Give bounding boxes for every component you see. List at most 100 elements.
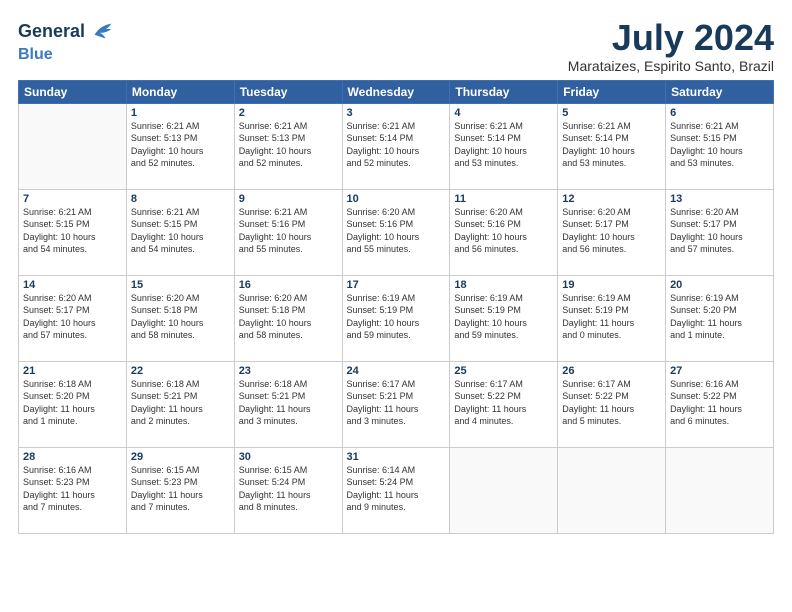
month-title: July 2024	[568, 18, 774, 58]
day-info-line: and 6 minutes.	[670, 416, 729, 426]
calendar-week-row: 1Sunrise: 6:21 AMSunset: 5:13 PMDaylight…	[19, 103, 774, 189]
day-info: Sunrise: 6:19 AMSunset: 5:19 PMDaylight:…	[562, 292, 661, 342]
day-info: Sunrise: 6:20 AMSunset: 5:17 PMDaylight:…	[562, 206, 661, 256]
day-info: Sunrise: 6:21 AM Sunset: 5:16 PM Daylight:…	[239, 206, 338, 256]
day-info-line: and 4 minutes.	[454, 416, 513, 426]
day-number: 26	[562, 365, 661, 377]
day-info: Sunrise: 6:21 AMSunset: 5:15 PMDaylight:…	[131, 206, 230, 256]
day-info-line: and 56 minutes.	[562, 244, 626, 254]
weekday-header-tuesday: Tuesday	[234, 80, 342, 103]
day-info-line: Sunrise: 6:18 AM	[239, 379, 308, 389]
calendar-day-empty	[558, 447, 666, 533]
day-info: Sunrise: 6:19 AMSunset: 5:19 PMDaylight:…	[454, 292, 553, 342]
day-info-line: Sunrise: 6:21 AM	[239, 121, 308, 131]
day-info-line: Sunrise: 6:20 AM	[670, 207, 739, 217]
day-info-line: Sunrise: 6:21 AM	[131, 121, 200, 131]
day-info-line: and 9 minutes.	[347, 502, 406, 512]
day-info-line: Daylight: 10 hours	[131, 232, 204, 242]
day-info-line: and 58 minutes.	[239, 330, 303, 340]
day-info-line: and 1 minute.	[670, 330, 725, 340]
day-info-line: Sunset: 5:24 PM	[347, 477, 414, 487]
day-info-line: Sunrise: 6:16 AM	[670, 379, 739, 389]
day-number: 10	[347, 193, 446, 205]
day-info: Sunrise: 6:20 AMSunset: 5:18 PMDaylight:…	[239, 292, 338, 342]
day-info-line: and 1 minute.	[23, 416, 78, 426]
day-number: 11	[454, 193, 553, 205]
day-info-line: and 53 minutes.	[454, 158, 518, 168]
day-info: Sunrise: 6:16 AMSunset: 5:23 PMDaylight:…	[23, 464, 122, 514]
day-info-line: Sunrise: 6:20 AM	[239, 293, 308, 303]
calendar-day-5: 5Sunrise: 6:21 AMSunset: 5:14 PMDaylight…	[558, 103, 666, 189]
day-number: 20	[670, 279, 769, 291]
day-info-line: Sunset: 5:17 PM	[562, 219, 629, 229]
day-info-line: Sunrise: 6:21 AM	[23, 207, 92, 217]
day-info-line: Sunrise: 6:18 AM	[131, 379, 200, 389]
day-info-line: and 55 minutes.	[239, 244, 303, 254]
day-number: 19	[562, 279, 661, 291]
day-info-line: Sunset: 5:22 PM	[670, 391, 737, 401]
location-subtitle: Marataizes, Espirito Santo, Brazil	[568, 58, 774, 74]
day-info-line: Sunrise: 6:20 AM	[454, 207, 523, 217]
calendar-week-row: 21Sunrise: 6:18 AMSunset: 5:20 PMDayligh…	[19, 361, 774, 447]
day-info-line: Daylight: 10 hours	[454, 318, 527, 328]
day-info: Sunrise: 6:21 AMSunset: 5:15 PMDaylight:…	[23, 206, 122, 256]
day-info-line: Sunset: 5:22 PM	[562, 391, 629, 401]
day-info-line: Daylight: 10 hours	[239, 232, 312, 242]
day-info-line: Daylight: 10 hours	[454, 232, 527, 242]
day-info-line: Daylight: 11 hours	[562, 404, 634, 414]
calendar-day-26: 26Sunrise: 6:17 AMSunset: 5:22 PMDayligh…	[558, 361, 666, 447]
day-info-line: Sunrise: 6:19 AM	[562, 293, 631, 303]
calendar-day-10: 10Sunrise: 6:20 AMSunset: 5:16 PMDayligh…	[342, 189, 450, 275]
day-info-line: Sunset: 5:23 PM	[23, 477, 90, 487]
calendar-day-8: 8Sunrise: 6:21 AMSunset: 5:15 PMDaylight…	[126, 189, 234, 275]
day-info-line: Sunrise: 6:17 AM	[454, 379, 523, 389]
day-number: 23	[239, 365, 338, 377]
calendar-day-15: 15Sunrise: 6:20 AMSunset: 5:18 PMDayligh…	[126, 275, 234, 361]
day-info: Sunrise: 6:16 AMSunset: 5:22 PMDaylight:…	[670, 378, 769, 428]
calendar-day-28: 28Sunrise: 6:16 AMSunset: 5:23 PMDayligh…	[19, 447, 127, 533]
calendar-day-30: 30Sunrise: 6:15 AMSunset: 5:24 PMDayligh…	[234, 447, 342, 533]
day-info: Sunrise: 6:18 AMSunset: 5:21 PMDaylight:…	[131, 378, 230, 428]
day-info-line: Sunset: 5:22 PM	[454, 391, 521, 401]
calendar-day-22: 22Sunrise: 6:18 AMSunset: 5:21 PMDayligh…	[126, 361, 234, 447]
calendar-day-20: 20Sunrise: 6:19 AMSunset: 5:20 PMDayligh…	[666, 275, 774, 361]
day-number: 7	[23, 193, 122, 205]
day-info: Sunrise: 6:21 AMSunset: 5:14 PMDaylight:…	[347, 120, 446, 170]
day-info-line: Sunset: 5:15 PM	[670, 133, 737, 143]
day-info-line: Sunrise: 6:21 AM	[239, 207, 308, 217]
day-number: 27	[670, 365, 769, 377]
day-info-line: and 59 minutes.	[454, 330, 518, 340]
day-info-line: and 56 minutes.	[454, 244, 518, 254]
day-info-line: Sunset: 5:19 PM	[347, 305, 414, 315]
day-info-line: Sunset: 5:23 PM	[131, 477, 198, 487]
day-info-line: Daylight: 11 hours	[131, 404, 203, 414]
day-info-line: Sunrise: 6:20 AM	[23, 293, 92, 303]
day-info-line: and 8 minutes.	[239, 502, 298, 512]
calendar-day-3: 3Sunrise: 6:21 AMSunset: 5:14 PMDaylight…	[342, 103, 450, 189]
day-info: Sunrise: 6:17 AMSunset: 5:22 PMDaylight:…	[562, 378, 661, 428]
day-info-line: Daylight: 10 hours	[562, 146, 635, 156]
day-number: 14	[23, 279, 122, 291]
day-info-line: Sunset: 5:16 PM	[239, 219, 306, 229]
calendar-day-11: 11Sunrise: 6:20 AMSunset: 5:16 PMDayligh…	[450, 189, 558, 275]
logo-blue-text: Blue	[18, 46, 53, 63]
day-info: Sunrise: 6:20 AMSunset: 5:17 PMDaylight:…	[23, 292, 122, 342]
day-info: Sunrise: 6:15 AMSunset: 5:24 PMDaylight:…	[239, 464, 338, 514]
day-info-line: Sunrise: 6:21 AM	[347, 121, 416, 131]
day-info-line: Sunset: 5:14 PM	[347, 133, 414, 143]
day-info: Sunrise: 6:21 AMSunset: 5:14 PMDaylight:…	[454, 120, 553, 170]
title-block: July 2024 Marataizes, Espirito Santo, Br…	[568, 18, 774, 74]
day-number: 29	[131, 451, 230, 463]
day-number: 30	[239, 451, 338, 463]
weekday-header-thursday: Thursday	[450, 80, 558, 103]
calendar-day-18: 18Sunrise: 6:19 AMSunset: 5:19 PMDayligh…	[450, 275, 558, 361]
day-info-line: Sunset: 5:15 PM	[23, 219, 90, 229]
weekday-header-row: SundayMondayTuesdayWednesdayThursdayFrid…	[19, 80, 774, 103]
day-info-line: and 7 minutes.	[131, 502, 190, 512]
day-info-line: Sunrise: 6:20 AM	[562, 207, 631, 217]
day-info-line: and 7 minutes.	[23, 502, 82, 512]
day-info: Sunrise: 6:14 AMSunset: 5:24 PMDaylight:…	[347, 464, 446, 514]
day-info-line: Sunset: 5:20 PM	[23, 391, 90, 401]
day-info-line: and 3 minutes.	[347, 416, 406, 426]
calendar-day-empty	[19, 103, 127, 189]
